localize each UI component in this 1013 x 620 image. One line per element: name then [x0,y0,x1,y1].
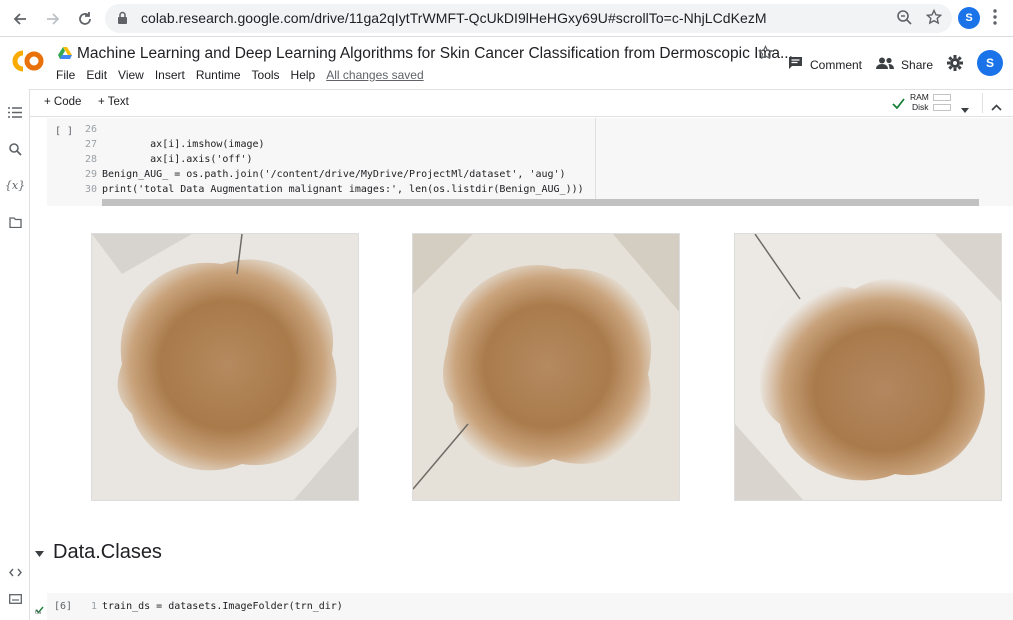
menu-edit[interactable]: Edit [86,68,107,82]
notebook-toolbar: + Code + Text RAM Disk [30,89,1013,117]
browser-menu-icon[interactable] [993,9,997,30]
search-icon[interactable] [7,141,23,157]
execution-count[interactable]: [6] [54,601,72,612]
line-number: 1 [90,601,97,612]
collapse-chevron-up-icon[interactable] [991,98,1002,116]
forward-icon[interactable] [40,6,66,32]
line-number: 26 [84,124,97,135]
left-sidebar: {x} [0,89,30,620]
code-cell[interactable]: [ ] 26 27 ax[i].imshow(image) 28 ax[i].a… [47,118,1013,206]
drive-icon[interactable] [58,46,72,64]
add-code-button[interactable]: + Code [44,96,81,108]
share-label: Share [901,57,934,72]
ram-label: RAM [910,92,929,102]
menu-insert[interactable]: Insert [155,68,185,82]
resource-bars [933,94,951,111]
code-line: 1 train_ds = datasets.ImageFolder(trn_dir… [81,601,343,612]
code-line: 26 [81,124,102,135]
share-button[interactable]: Share [876,57,933,72]
exec-time: 0s [35,610,42,616]
line-number: 27 [84,139,97,150]
comment-icon [788,56,803,73]
code-line: 28 ax[i].axis('off') [81,154,253,165]
user-avatar[interactable]: S [977,50,1003,76]
back-icon[interactable] [7,6,33,32]
colab-header: Machine Learning and Deep Learning Algor… [0,38,1013,88]
menu-file[interactable]: File [56,68,75,82]
output-image-2 [412,233,680,501]
variables-icon[interactable]: {x} [5,177,25,193]
run-cell-button[interactable]: [ ] [55,126,73,137]
files-folder-icon[interactable] [7,214,23,230]
ruler-line [595,118,596,206]
people-icon [876,57,895,72]
menu-tools[interactable]: Tools [252,68,280,82]
resource-dropdown-icon[interactable] [961,100,969,118]
menu-bar: File Edit View Insert Runtime Tools Help… [56,68,435,82]
bookmark-star-icon[interactable] [925,8,943,30]
output-image-1 [91,233,359,501]
zoom-icon[interactable] [896,9,912,30]
menu-view[interactable]: View [118,68,144,82]
resource-indicator[interactable]: RAM Disk [910,92,929,112]
code-snippets-icon[interactable] [7,564,23,580]
browser-profile-avatar[interactable]: S [958,7,980,29]
table-of-contents-icon[interactable] [7,104,23,120]
section-title: Data.Clases [53,541,162,563]
line-number: 30 [84,184,97,195]
browser-toolbar: colab.research.google.com/drive/11ga2qIy… [0,0,1013,37]
menu-runtime[interactable]: Runtime [196,68,241,82]
line-number: 29 [84,169,97,180]
code-line: 27 ax[i].imshow(image) [81,139,265,150]
settings-gear-icon[interactable] [947,55,964,74]
code-cell[interactable]: 0s [6] 1 train_ds = datasets.ImageFolder(… [35,593,1013,620]
address-bar[interactable]: colab.research.google.com/drive/11ga2qIy… [105,4,952,33]
add-text-button[interactable]: + Text [98,96,129,108]
comment-button[interactable]: Comment [788,56,862,73]
horizontal-scrollbar[interactable] [102,199,979,206]
url-text: colab.research.google.com/drive/11ga2qIy… [141,10,767,26]
menu-help[interactable]: Help [291,68,316,82]
collapse-section-icon[interactable] [35,544,44,562]
star-icon[interactable] [757,44,774,65]
code-line: 30 print('total Data Augmentation maligna… [81,184,584,195]
section-heading: Data.Clases [35,541,162,564]
reload-icon[interactable] [72,6,98,32]
notebook-title[interactable]: Machine Learning and Deep Learning Algor… [77,45,793,63]
colab-logo-icon[interactable] [9,48,45,74]
disk-label: Disk [912,102,929,112]
connected-check-icon [892,96,905,114]
code-line: 29 Benign_AUG_ = os.path.join('/content/d… [81,169,566,180]
save-status[interactable]: All changes saved [326,68,423,82]
line-number: 28 [84,154,97,165]
output-image-3 [734,233,1002,501]
command-palette-icon[interactable] [7,591,23,607]
lock-icon[interactable] [117,11,128,30]
comment-label: Comment [810,57,863,72]
